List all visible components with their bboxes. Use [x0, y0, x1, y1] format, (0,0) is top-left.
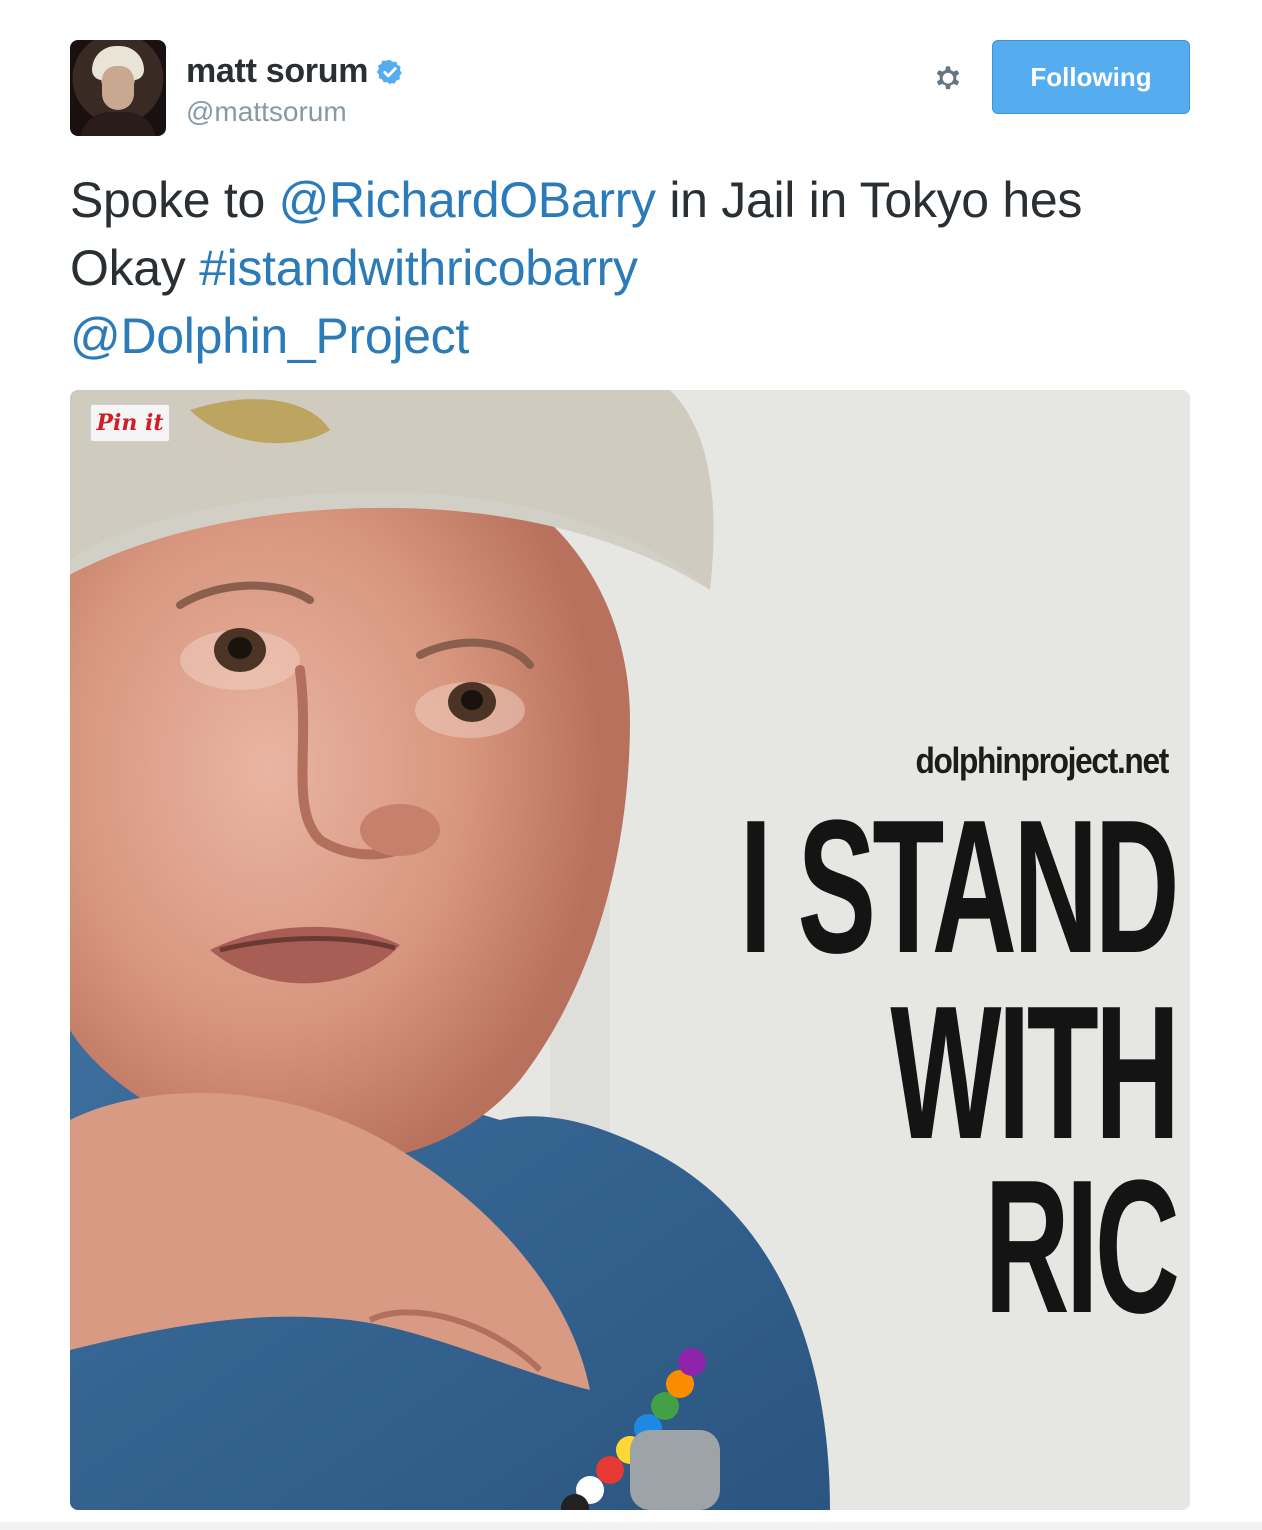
tweet-text: Spoke to @RichardOBarry in Jail in Tokyo…: [70, 166, 1190, 370]
avatar-face: [102, 66, 134, 110]
author-handle[interactable]: @mattsorum: [186, 96, 347, 128]
headline-line-3: RIC: [984, 1141, 1179, 1353]
avatar-shoulders: [80, 112, 156, 136]
mention-link[interactable]: @Dolphin_Project: [70, 308, 469, 364]
gear-icon[interactable]: [928, 58, 968, 98]
hashtag-link[interactable]: #istandwithricobarry: [199, 240, 638, 296]
bottom-divider: [0, 1522, 1262, 1530]
headline-line-2: WITH: [889, 967, 1180, 1179]
tweet-text-part: Spoke to: [70, 172, 279, 228]
following-button[interactable]: Following: [992, 40, 1190, 114]
site-url-label: dolphinproject.net: [915, 740, 1169, 781]
headline-line-1: I STAND: [739, 781, 1180, 993]
author-name-row: matt sorum: [186, 52, 404, 91]
tweet-media-image[interactable]: Pin it dolphinproject.net I STAND WITH R…: [70, 390, 1190, 1510]
author-display-name[interactable]: matt sorum: [186, 52, 368, 91]
tweet-header: matt sorum @mattsorum Following: [70, 40, 1190, 136]
verified-badge-icon: [377, 59, 402, 84]
mention-link[interactable]: @RichardOBarry: [279, 172, 657, 228]
author-avatar[interactable]: [70, 40, 166, 136]
pin-it-button[interactable]: Pin it: [90, 404, 170, 442]
